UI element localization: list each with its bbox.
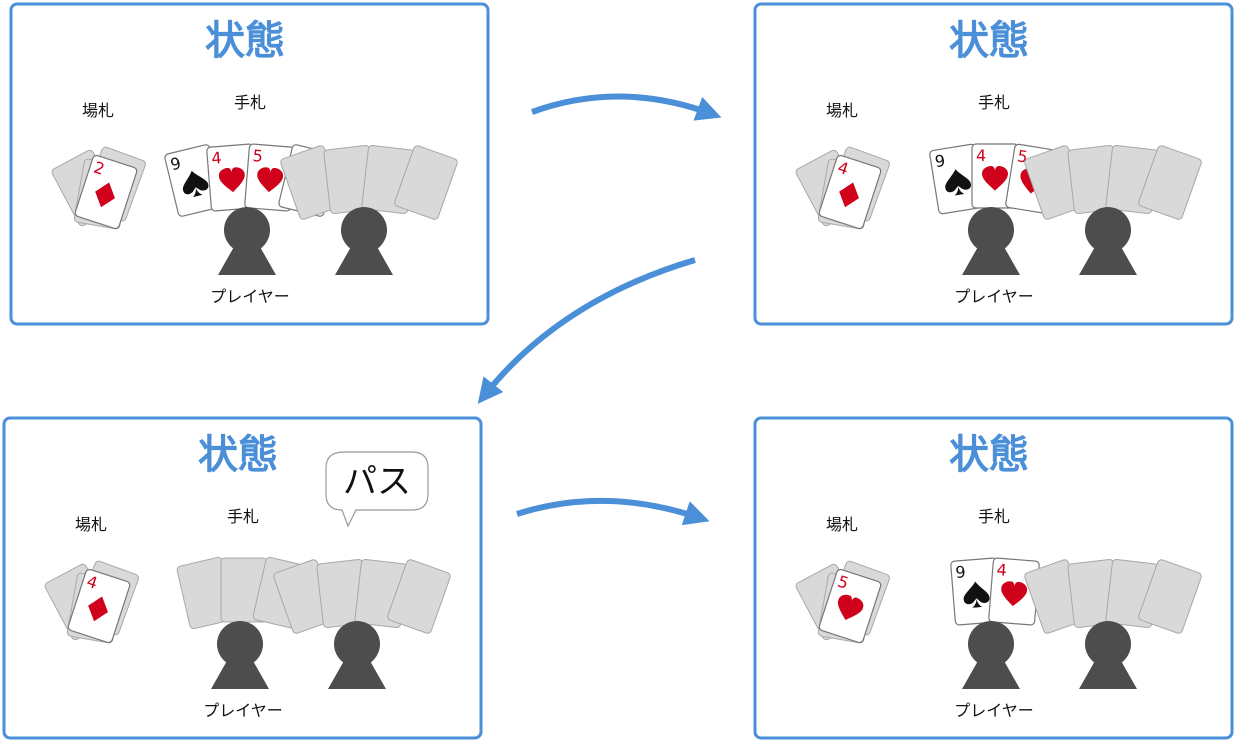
arrow-state2-to-state3 (477, 257, 696, 404)
card-rank: 4 (976, 146, 986, 165)
player-head (334, 621, 380, 667)
player-head (224, 207, 270, 253)
hand-label: 手札 (978, 93, 1010, 112)
arrow-state3-to-state4 (516, 498, 710, 526)
state-panel-3: 状態 場札 手札 プレイヤー パス 4 (2, 416, 483, 740)
player-label: プレイヤー (954, 701, 1034, 720)
panel-title: 状態 (949, 18, 1029, 64)
hand-label: 手札 (234, 93, 266, 112)
player-label: プレイヤー (954, 287, 1034, 306)
panel-title: 状態 (205, 18, 285, 64)
player-label: プレイヤー (210, 287, 290, 306)
card-rank: 4 (996, 560, 1008, 580)
field-label: 場札 (82, 101, 114, 120)
state-transition-diagram: 状態 場札 手札 プレイヤー 2 9454 状態 場札 手札 プレイヤー 4 9… (2, 2, 1234, 740)
panel-title: 状態 (949, 432, 1029, 478)
player-head (1085, 621, 1131, 667)
hand-label: 手札 (227, 507, 259, 526)
player-label: プレイヤー (203, 701, 283, 720)
state-panel-2: 状態 場札 手札 プレイヤー 4 945 (753, 2, 1234, 326)
hand-label: 手札 (978, 507, 1010, 526)
card-rank: 5 (252, 146, 264, 166)
player-hand: 94 (950, 557, 1040, 626)
card-rank: 9 (955, 562, 967, 582)
panel-title: 状態 (198, 432, 278, 478)
transition-arrows (477, 93, 722, 526)
speech-text: パス (343, 462, 411, 502)
player-head (968, 207, 1014, 253)
field-label: 場札 (826, 515, 858, 534)
arrow-state1-to-state2 (530, 93, 722, 121)
player-head (1085, 207, 1131, 253)
field-label: 場札 (75, 515, 107, 534)
state-panel-1: 状態 場札 手札 プレイヤー 2 9454 (9, 2, 490, 326)
card-rank: 4 (211, 148, 223, 168)
state-panel-4: 状態 場札 手札 プレイヤー 5 94 (753, 416, 1234, 740)
player-head (968, 621, 1014, 667)
player-head (217, 621, 263, 667)
player-head (341, 207, 387, 253)
field-label: 場札 (826, 101, 858, 120)
